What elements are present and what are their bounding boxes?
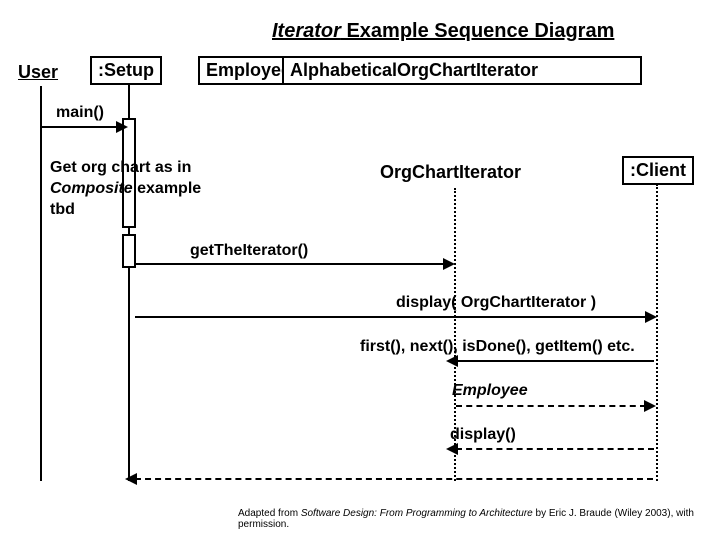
arrow-getiter-head <box>443 258 455 270</box>
title-text: Iterator Example Sequence Diagram <box>272 20 614 42</box>
diagram-title: Iterator Example Sequence Diagram <box>272 20 614 43</box>
arrow-getiter <box>135 263 445 265</box>
arrow-methods <box>456 360 654 362</box>
label-methods: first(), next(), isDone(), getItem() etc… <box>360 338 635 356</box>
participant-client: :Client <box>622 156 694 185</box>
participant-orgchart: OrgChartIterator <box>380 162 521 183</box>
participant-alpha: AlphabeticalOrgChartIterator <box>282 56 642 85</box>
label-getiter: getTheIterator() <box>190 242 308 260</box>
arrow-employee-return-head <box>644 400 656 412</box>
activation-setup-2 <box>122 234 136 268</box>
arrow-return-final <box>135 478 653 480</box>
label-employee-return: Employee <box>452 382 528 400</box>
arrow-employee-return <box>456 405 646 407</box>
arrow-main <box>42 126 118 128</box>
actor-user: User <box>18 62 58 83</box>
arrow-methods-head <box>446 355 458 367</box>
arrow-display2 <box>456 448 654 450</box>
lifeline-user <box>40 86 42 481</box>
footer-attribution: Adapted from Software Design: From Progr… <box>238 508 720 530</box>
note-line2: Composite example <box>50 179 230 200</box>
note-line1: Get org chart as in <box>50 158 230 179</box>
arrow-return-final-head <box>125 473 137 485</box>
participant-setup: :Setup <box>90 56 162 85</box>
arrow-main-head <box>116 121 128 133</box>
arrow-display1 <box>135 316 647 318</box>
label-display2: display() <box>450 426 516 444</box>
note-composite: Get org chart as in Composite example tb… <box>50 158 230 220</box>
arrow-display1-head <box>645 311 657 323</box>
lifeline-client <box>656 184 658 481</box>
arrow-display2-head <box>446 443 458 455</box>
note-line3: tbd <box>50 200 230 221</box>
label-main: main() <box>56 104 104 122</box>
label-display1: display( OrgChartIterator ) <box>396 294 596 312</box>
